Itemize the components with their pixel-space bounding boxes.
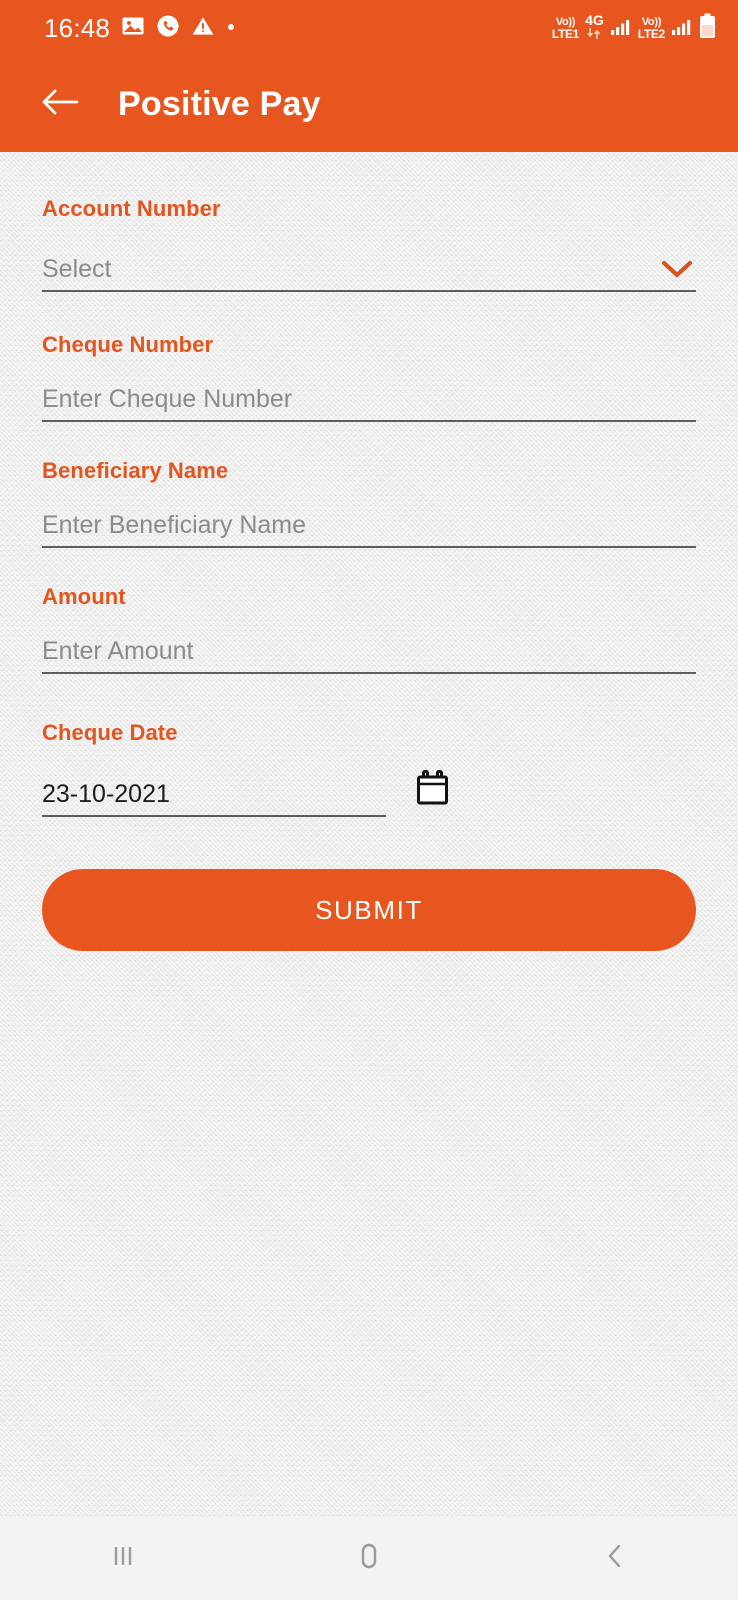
android-nav-bar (0, 1516, 738, 1600)
photo-icon (121, 14, 145, 43)
status-bar-left: 16:48 (44, 14, 236, 43)
cheque-number-field[interactable]: Enter Cheque Number (42, 376, 696, 422)
home-icon (352, 1539, 386, 1578)
cheque-number-placeholder: Enter Cheque Number (42, 385, 293, 413)
label-beneficiary-name: Beneficiary Name (42, 458, 229, 483)
field-group-account-number: Account Number Select (42, 152, 696, 292)
warning-triangle-icon (191, 14, 215, 43)
sim1-volte-bottom: LTE1 (551, 26, 580, 41)
amount-placeholder: Enter Amount (42, 637, 194, 665)
label-cheque-number: Cheque Number (42, 332, 214, 357)
recents-icon (106, 1539, 140, 1578)
chevron-down-icon (658, 257, 696, 286)
sim2-volte-top: Vo)) (641, 15, 662, 28)
nav-home-button[interactable] (309, 1516, 429, 1600)
cheque-date-row: 23-10-2021 (42, 770, 696, 817)
phone-screen: 16:48 Vo)) LTE1 4G Vo)) LTE2 Positive Pa… (0, 0, 738, 1600)
field-group-cheque-date: Cheque Date 23-10-2021 (42, 674, 696, 817)
field-group-cheque-number: Cheque Number Enter Cheque Number (42, 292, 696, 422)
label-amount: Amount (42, 584, 126, 609)
label-cheque-date: Cheque Date (42, 720, 178, 745)
nav-back-button[interactable] (555, 1516, 675, 1600)
nav-recents-button[interactable] (63, 1516, 183, 1600)
back-button[interactable] (32, 76, 88, 132)
beneficiary-name-placeholder: Enter Beneficiary Name (42, 511, 307, 539)
form-content: Account Number Select Cheque Number Ente… (0, 152, 738, 1516)
status-time: 16:48 (44, 13, 111, 43)
dot-icon (226, 19, 236, 37)
field-group-amount: Amount Enter Amount (42, 548, 696, 674)
network-label: 4G (585, 12, 604, 28)
signal-bars-sim2-icon (671, 15, 693, 42)
phone-call-icon (156, 14, 180, 43)
network-type-indicator: 4G (585, 13, 604, 43)
account-number-select[interactable]: Select (42, 246, 696, 292)
sim2-volte-indicator: Vo)) LTE2 (637, 15, 666, 41)
date-picker-button[interactable] (416, 770, 450, 811)
beneficiary-name-field[interactable]: Enter Beneficiary Name (42, 502, 696, 548)
sim1-volte-indicator: Vo)) LTE1 (551, 15, 580, 41)
battery-icon (699, 13, 716, 44)
cheque-date-value: 23-10-2021 (42, 780, 170, 808)
page-title: Positive Pay (118, 84, 321, 123)
calendar-icon (416, 770, 450, 811)
submit-button[interactable]: SUBMIT (42, 869, 696, 951)
amount-field[interactable]: Enter Amount (42, 628, 696, 674)
status-bar: 16:48 Vo)) LTE1 4G Vo)) LTE2 (0, 0, 738, 56)
status-bar-right: Vo)) LTE1 4G Vo)) LTE2 (552, 13, 716, 44)
back-chevron-icon (598, 1539, 632, 1578)
back-arrow-icon (41, 87, 79, 122)
signal-bars-sim1-icon (610, 15, 632, 42)
account-number-value: Select (42, 255, 112, 283)
app-bar: Positive Pay (0, 56, 738, 152)
sim2-volte-bottom: LTE2 (637, 26, 666, 41)
field-group-beneficiary-name: Beneficiary Name Enter Beneficiary Name (42, 422, 696, 548)
data-transfer-icon (586, 27, 602, 43)
sim1-volte-top: Vo)) (555, 15, 576, 28)
label-account-number: Account Number (42, 196, 221, 221)
account-number-dropdown-toggle[interactable] (658, 257, 696, 290)
cheque-date-field[interactable]: 23-10-2021 (42, 771, 386, 817)
